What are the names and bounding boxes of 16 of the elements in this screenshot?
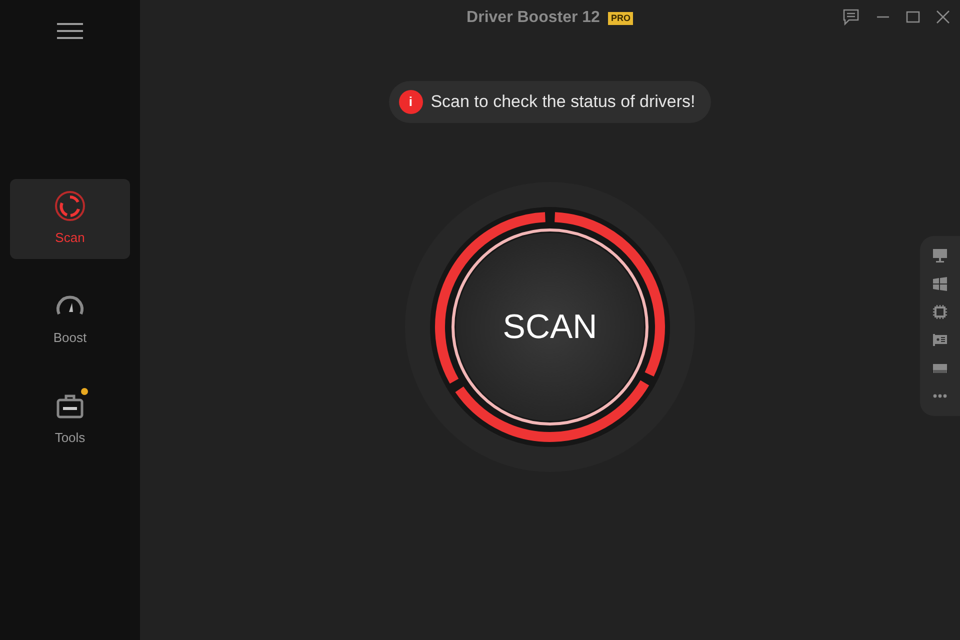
windows-icon[interactable] [932,276,948,292]
sidebar-item[interactable]: Scan [10,179,130,259]
pro-badge: PRO [608,12,634,24]
expansion-card-icon[interactable] [932,332,948,348]
window-title: Driver Booster 12 [466,8,600,28]
scan-icon [54,190,86,222]
feedback-icon[interactable] [842,8,860,26]
chip-icon[interactable] [932,304,948,320]
close-icon[interactable] [936,10,950,24]
menu-icon[interactable] [57,22,83,40]
info-icon: i [398,90,423,114]
sidebar-item[interactable]: Tools [10,379,130,459]
sidebar-item[interactable]: Boost [10,279,130,359]
notice-text: Scan to check the status of drivers! [430,91,696,114]
monitor-icon[interactable] [932,248,948,264]
maximize-icon[interactable] [906,10,920,24]
